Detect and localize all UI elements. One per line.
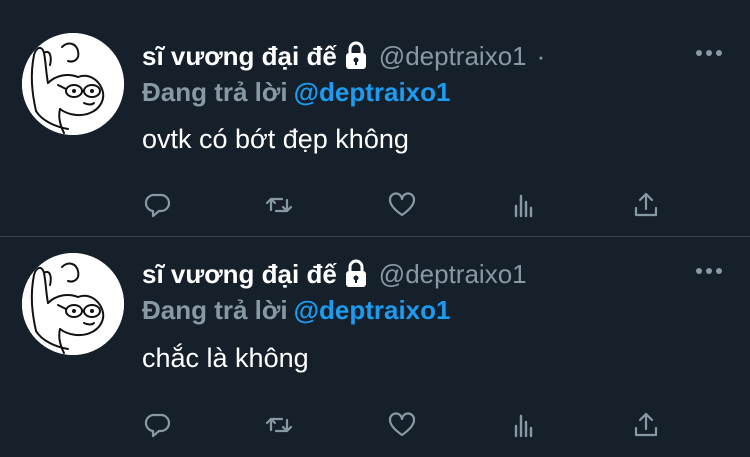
share-button[interactable]: [626, 185, 666, 225]
reply-to-handle[interactable]: @deptraixo1: [294, 295, 451, 325]
reply-button[interactable]: [138, 185, 178, 225]
retweet-button[interactable]: [259, 185, 299, 225]
heart-icon: [388, 412, 416, 437]
share-icon: [634, 412, 658, 437]
more-icon[interactable]: [694, 48, 724, 58]
tweet-text: ovtk có bớt đẹp không: [142, 124, 409, 154]
tweet-actions: [0, 405, 750, 445]
tweet-actions: [0, 185, 750, 225]
avatar[interactable]: [22, 33, 124, 135]
analytics-button[interactable]: [504, 405, 544, 445]
retweet-icon: [265, 197, 293, 213]
heart-icon: [388, 192, 416, 217]
avatar[interactable]: [22, 253, 124, 355]
reply-to-handle[interactable]: @deptraixo1: [294, 77, 451, 107]
display-name[interactable]: sĩ vương đại đế: [142, 259, 337, 290]
reply-label: Đang trả lời: [142, 295, 288, 325]
reply-icon: [144, 413, 171, 438]
share-icon: [634, 192, 658, 217]
reply-label: Đang trả lời: [142, 77, 288, 107]
analytics-button[interactable]: [504, 185, 544, 225]
tweet-header: sĩ vương đại đế @deptraixo1 ·: [142, 36, 545, 76]
user-handle[interactable]: @deptraixo1: [379, 41, 527, 72]
tweet[interactable]: sĩ vương đại đế @deptraixo1 · Đang trả l…: [0, 0, 750, 218]
share-button[interactable]: [626, 405, 666, 445]
tweet-text: chắc là không: [142, 343, 309, 373]
avatar-drawing: [22, 33, 124, 135]
separator-dot: ·: [536, 40, 546, 71]
analytics-icon: [514, 414, 533, 438]
replying-to: Đang trả lời @deptraixo1: [142, 77, 450, 108]
retweet-button[interactable]: [259, 405, 299, 445]
user-handle[interactable]: @deptraixo1: [379, 259, 527, 290]
retweet-icon: [265, 417, 293, 433]
like-button[interactable]: [382, 185, 422, 225]
lock-icon: [345, 259, 366, 287]
display-name[interactable]: sĩ vương đại đế: [142, 41, 337, 72]
avatar-drawing: [22, 253, 124, 355]
lock-icon: [345, 41, 366, 69]
tweet-header: sĩ vương đại đế @deptraixo1: [142, 254, 527, 294]
reply-icon: [144, 193, 171, 218]
more-icon[interactable]: [694, 266, 724, 276]
reply-button[interactable]: [138, 405, 178, 445]
tweet[interactable]: sĩ vương đại đế @deptraixo1 Đang trả lời…: [0, 236, 750, 457]
like-button[interactable]: [382, 405, 422, 445]
replying-to: Đang trả lời @deptraixo1: [142, 295, 450, 326]
analytics-icon: [514, 194, 533, 218]
